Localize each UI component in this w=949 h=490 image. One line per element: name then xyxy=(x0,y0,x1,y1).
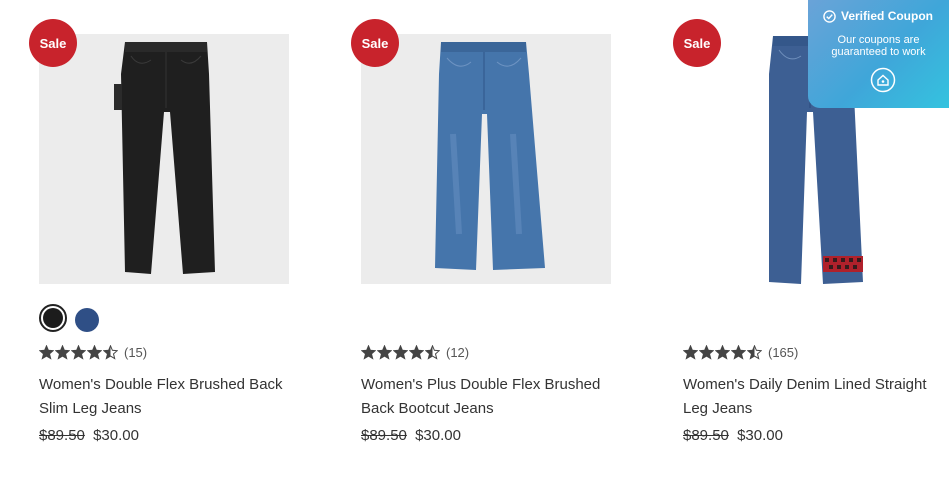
star-icon xyxy=(39,345,54,360)
coupon-title: Verified Coupon xyxy=(841,9,934,23)
rating[interactable]: (15) xyxy=(39,345,147,360)
rating[interactable]: (165) xyxy=(683,345,798,360)
star-icon xyxy=(747,345,762,360)
check-circle-icon xyxy=(823,9,836,23)
sale-badge: Sale xyxy=(673,19,721,67)
review-count: (165) xyxy=(768,345,799,360)
jeans-image xyxy=(114,42,215,274)
coupon-message-line: Our coupons are xyxy=(837,34,920,46)
star-icon xyxy=(71,345,86,360)
verified-coupon-banner[interactable]: Verified Coupon Our coupons are guarante… xyxy=(808,0,949,108)
product-title[interactable]: Women's Plus Double Flex Brushed Back Bo… xyxy=(361,373,611,421)
star-icon xyxy=(699,345,714,360)
coupon-header: Verified Coupon xyxy=(823,9,933,23)
star-icon xyxy=(731,345,746,360)
swatch-black[interactable] xyxy=(39,304,67,332)
title-line[interactable]: Slim Leg Jeans xyxy=(39,397,289,421)
star-icon xyxy=(87,345,102,360)
star-icon xyxy=(683,345,698,360)
star-rating xyxy=(39,345,118,360)
original-price: $89.50 xyxy=(39,427,85,444)
title-line[interactable]: Women's Double Flex Brushed Back xyxy=(39,373,289,397)
star-icon xyxy=(361,345,376,360)
original-price: $89.50 xyxy=(361,427,407,444)
jeans-image xyxy=(435,42,545,270)
product-title[interactable]: Women's Daily Denim Lined Straight Leg J… xyxy=(683,373,933,421)
star-rating xyxy=(361,345,440,360)
product-title[interactable]: Women's Double Flex Brushed Back Slim Le… xyxy=(39,373,289,421)
sale-badge: Sale xyxy=(29,19,77,67)
coupon-message: Our coupons are guaranteed to work xyxy=(808,34,949,58)
product-card[interactable]: Sale (12) Women's Plus Double Flex Brush… xyxy=(351,0,621,470)
title-line[interactable]: Back Bootcut Jeans xyxy=(361,397,611,421)
rating[interactable]: (12) xyxy=(361,345,469,360)
swatch-blue[interactable] xyxy=(75,308,99,332)
price: $89.50 $30.00 xyxy=(39,427,139,444)
product-card[interactable]: Sale (15) Women's Double Flex Brushed Ba… xyxy=(29,0,299,470)
original-price: $89.50 xyxy=(683,427,729,444)
title-line[interactable]: Leg Jeans xyxy=(683,397,933,421)
product-image[interactable] xyxy=(361,34,611,284)
star-icon xyxy=(409,345,424,360)
star-icon xyxy=(393,345,408,360)
star-icon xyxy=(103,345,118,360)
sale-badge: Sale xyxy=(351,19,399,67)
title-line[interactable]: Women's Daily Denim Lined Straight xyxy=(683,373,933,397)
sale-price: $30.00 xyxy=(93,427,139,444)
sale-price: $30.00 xyxy=(415,427,461,444)
title-line[interactable]: Women's Plus Double Flex Brushed xyxy=(361,373,611,397)
star-icon xyxy=(55,345,70,360)
sale-price: $30.00 xyxy=(737,427,783,444)
review-count: (15) xyxy=(124,345,148,360)
star-icon xyxy=(377,345,392,360)
product-image[interactable] xyxy=(39,34,289,284)
price: $89.50 $30.00 xyxy=(361,427,461,444)
review-count: (12) xyxy=(446,345,470,360)
star-rating xyxy=(683,345,762,360)
price: $89.50 $30.00 xyxy=(683,427,783,444)
coupon-message-line: guaranteed to work xyxy=(831,46,926,58)
star-icon xyxy=(425,345,440,360)
color-swatches xyxy=(39,304,99,332)
star-icon xyxy=(715,345,730,360)
coupon-logo-icon[interactable] xyxy=(870,67,896,93)
